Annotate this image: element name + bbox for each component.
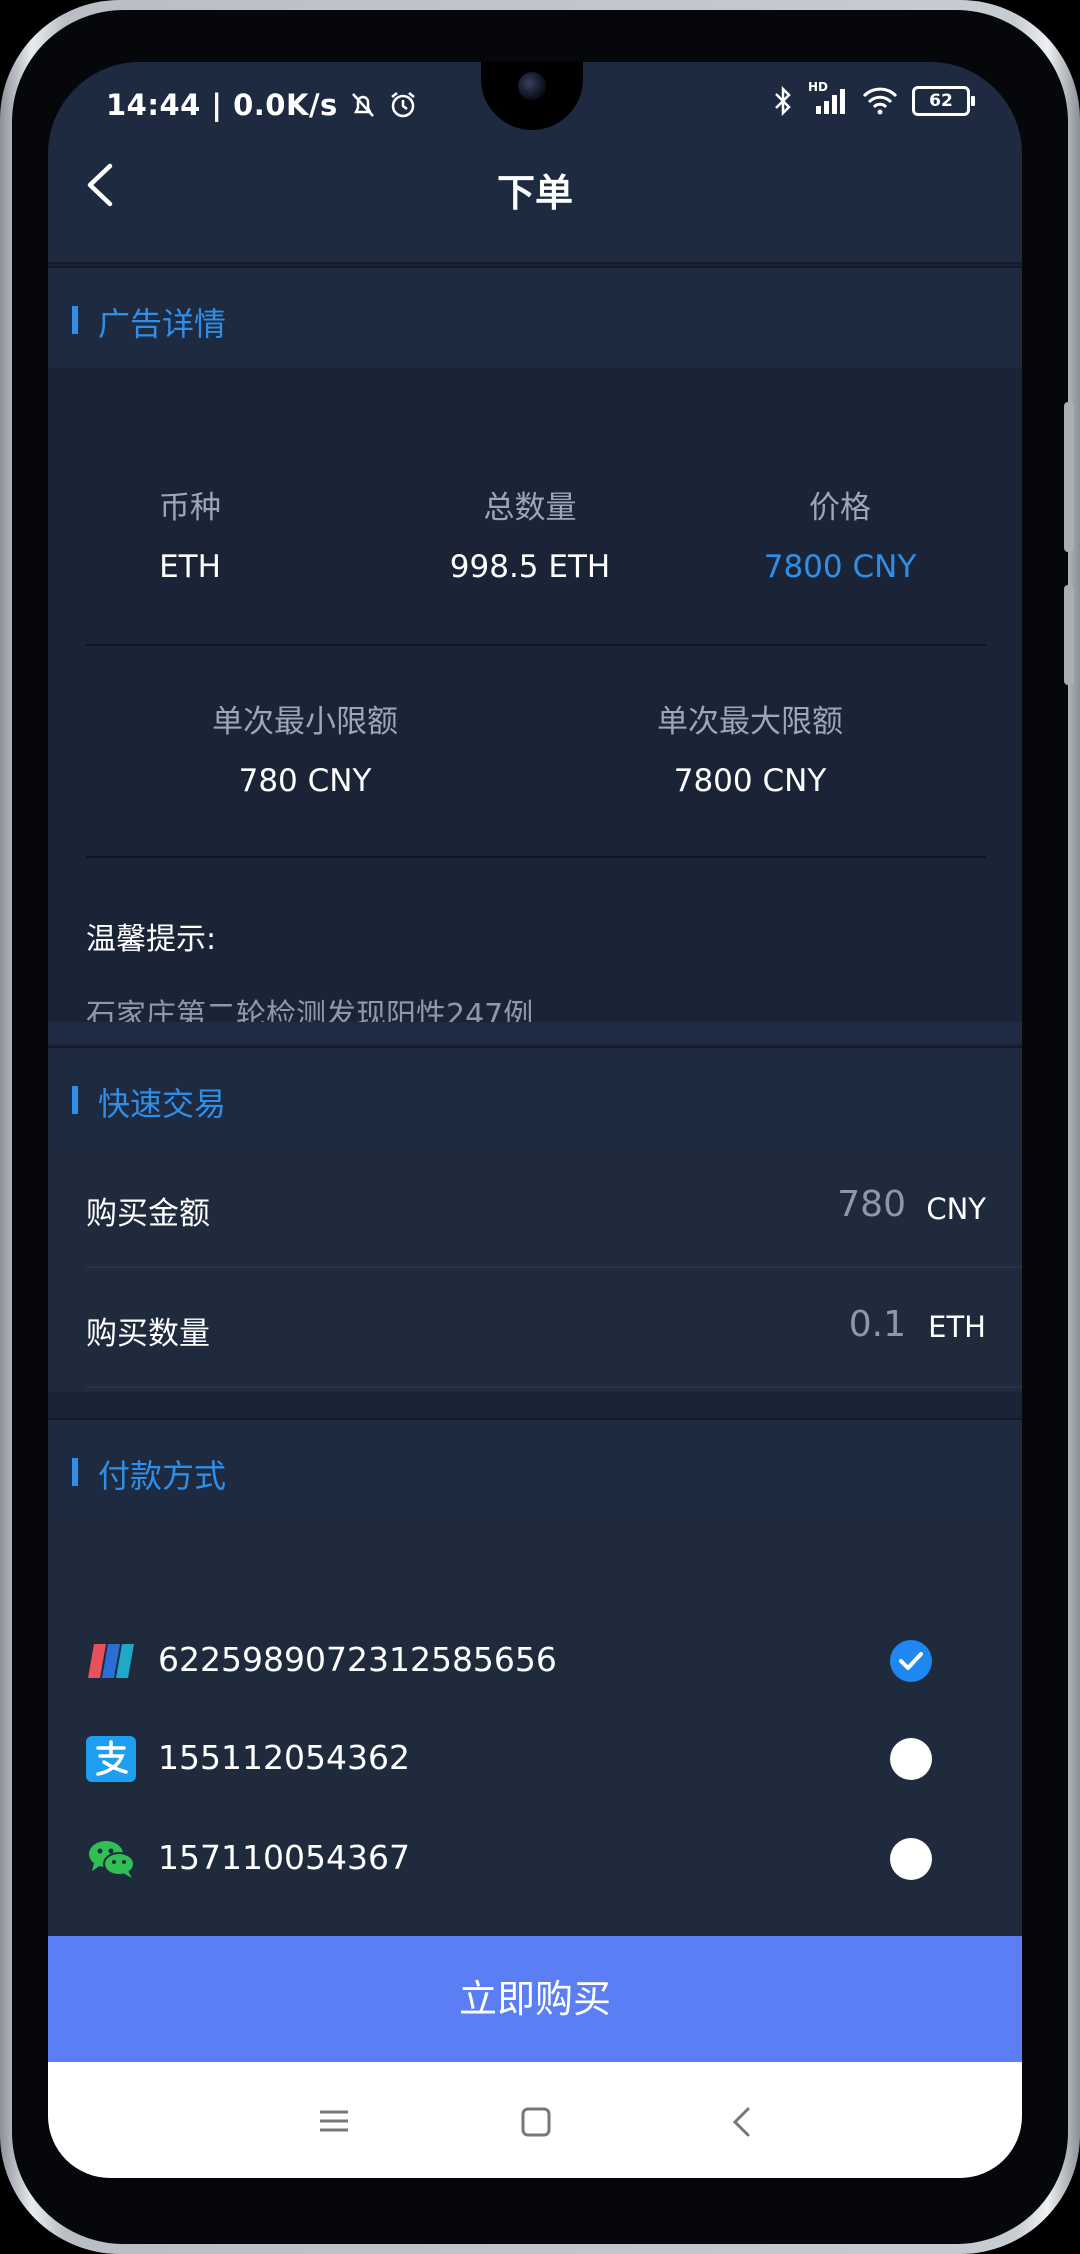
quick-trade-panel: 购买金额 780 CNY 购买数量 0.1 ETH (48, 1148, 1022, 1392)
section-title: 付款方式 (98, 1457, 227, 1495)
alarm-clock-icon (391, 92, 415, 118)
volume-button (1064, 402, 1074, 552)
currency-value: ETH (159, 549, 221, 585)
ad-details-panel: 币种 ETH 总数量 998.5 ETH 价格 7800 CNY 单次最小限额 … (48, 368, 1022, 1033)
section-gap (48, 1022, 1022, 1044)
divider (86, 1266, 1022, 1268)
amount-label: 购买金额 (86, 1196, 210, 1232)
divider (86, 1386, 1022, 1388)
max-limit-label: 单次最大限额 (657, 704, 843, 740)
price-label: 价格 (809, 490, 871, 526)
payment-option-bank-card[interactable]: 6225989072312585656 (86, 1632, 986, 1692)
power-button (1064, 585, 1074, 685)
min-limit-value: 780 CNY (238, 763, 372, 799)
phone-screen: 14:44 | 0.0K/s HD 62 下单 广告详情 币种 ETH 总数量 … (48, 62, 1022, 2178)
cell-signal-icon: HD (808, 80, 848, 116)
status-bar-left: 14:44 | 0.0K/s (106, 88, 418, 122)
bluetooth-icon (775, 86, 791, 116)
mute-bell-icon (351, 93, 374, 117)
total-column: 总数量 998.5 ETH (410, 482, 650, 585)
min-limit-column: 单次最小限额 780 CNY (165, 696, 445, 799)
tip-title: 温馨提示: (86, 922, 217, 957)
amount-unit: CNY (926, 1192, 986, 1226)
alipay-account: 155112054362 (158, 1738, 410, 1777)
wechat-account: 157110054367 (158, 1838, 410, 1877)
payment-option-wechat[interactable]: 157110054367 (86, 1830, 986, 1890)
min-limit-label: 单次最小限额 (212, 704, 398, 740)
buy-now-button[interactable]: 立即购买 (48, 1936, 1022, 2062)
section-header-ad-details: 广告详情 (48, 266, 1022, 370)
payment-option-alipay[interactable]: 155112054362 (86, 1730, 986, 1790)
max-limit-column: 单次最大限额 7800 CNY (610, 696, 890, 799)
nav-back-icon[interactable] (730, 2106, 754, 2138)
front-camera (518, 72, 546, 100)
wifi-icon (862, 87, 898, 115)
status-bar-right: HD 62 (772, 80, 975, 116)
check-icon (899, 1652, 923, 1670)
battery-indicator: 62 (912, 86, 975, 116)
section-accent-bar (72, 1458, 78, 1486)
wechat-icon (89, 1841, 135, 1878)
currency-column: 币种 ETH (100, 482, 280, 585)
quantity-unit: ETH (928, 1310, 986, 1344)
status-time: 14:44 | 0.0K/s (106, 88, 338, 122)
home-square-icon[interactable] (520, 2106, 552, 2138)
section-title: 广告详情 (98, 305, 227, 343)
section-header-quick-trade: 快速交易 (48, 1046, 1022, 1150)
bank-card-icon (88, 1644, 134, 1678)
total-value: 998.5 ETH (449, 549, 611, 585)
price-column: 价格 7800 CNY (720, 482, 960, 585)
radio-selected[interactable] (890, 1640, 932, 1682)
total-label: 总数量 (483, 490, 577, 526)
divider (86, 856, 986, 858)
alipay-icon (86, 1736, 136, 1782)
max-limit-value: 7800 CNY (673, 763, 827, 799)
app-header: 14:44 | 0.0K/s HD 62 下单 (48, 62, 1022, 264)
currency-label: 币种 (159, 490, 221, 526)
payment-methods-panel: 6225989072312585656 155112054362 1571100… (48, 1520, 1022, 1936)
divider (86, 644, 986, 646)
page-title: 下单 (496, 171, 573, 215)
section-accent-bar (72, 1086, 78, 1114)
bank-card-number: 6225989072312585656 (158, 1640, 557, 1679)
section-accent-bar (72, 306, 78, 334)
radio-unselected[interactable] (890, 1738, 932, 1780)
radio-unselected[interactable] (890, 1838, 932, 1880)
section-title: 快速交易 (98, 1085, 227, 1123)
menu-icon[interactable] (318, 2108, 350, 2134)
price-value: 7800 CNY (763, 549, 917, 585)
quantity-label: 购买数量 (86, 1316, 210, 1352)
amount-input[interactable]: 780 (837, 1184, 906, 1225)
section-header-payment: 付款方式 (48, 1418, 1022, 1522)
quantity-input[interactable]: 0.1 (849, 1304, 906, 1345)
system-nav-bar (48, 2062, 1022, 2178)
